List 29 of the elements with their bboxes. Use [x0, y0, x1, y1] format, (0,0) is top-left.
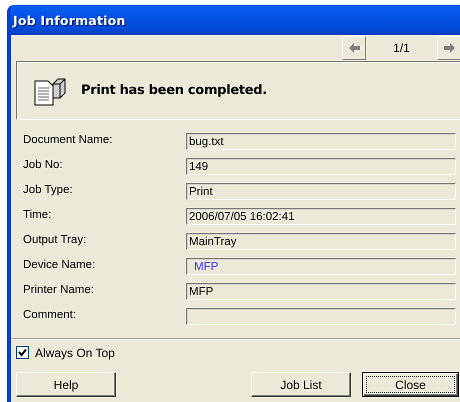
- value-field[interactable]: 2006/07/05 16:02:41: [186, 208, 456, 225]
- previous-button[interactable]: [342, 36, 366, 60]
- document-printer-icon: [34, 76, 66, 106]
- left-arrow-icon: [348, 43, 360, 53]
- always-on-top-checkbox[interactable]: [16, 346, 29, 359]
- field-label: Job No:: [22, 158, 64, 171]
- status-message: Print has been completed.: [81, 83, 267, 98]
- checkbox-label: Always On Top: [35, 346, 115, 360]
- field-label: Job Type:: [22, 183, 74, 196]
- value-field[interactable]: MainTray: [186, 233, 456, 250]
- window-title: Job Information: [13, 12, 126, 28]
- field-label: Comment:: [22, 308, 78, 321]
- value-field[interactable]: MFP: [186, 283, 456, 300]
- field-label: Printer Name:: [22, 283, 95, 296]
- value-field[interactable]: MFP: [186, 258, 456, 275]
- next-button[interactable]: [437, 36, 460, 60]
- field-label: Time:: [22, 208, 52, 221]
- close-button[interactable]: Close: [362, 372, 459, 397]
- field-label: Document Name:: [22, 133, 114, 146]
- field-label: Output Tray:: [22, 233, 88, 246]
- field-label: Device Name:: [22, 258, 96, 271]
- job-list-button[interactable]: Job List: [251, 372, 351, 397]
- right-arrow-icon: [444, 43, 454, 53]
- value-field[interactable]: bug.txt: [186, 133, 456, 150]
- page-counter: 1/1: [392, 40, 411, 57]
- value-field[interactable]: 149: [186, 158, 456, 175]
- value-field[interactable]: [186, 308, 456, 325]
- value-field[interactable]: Print: [186, 183, 456, 200]
- help-button[interactable]: Help: [16, 372, 116, 397]
